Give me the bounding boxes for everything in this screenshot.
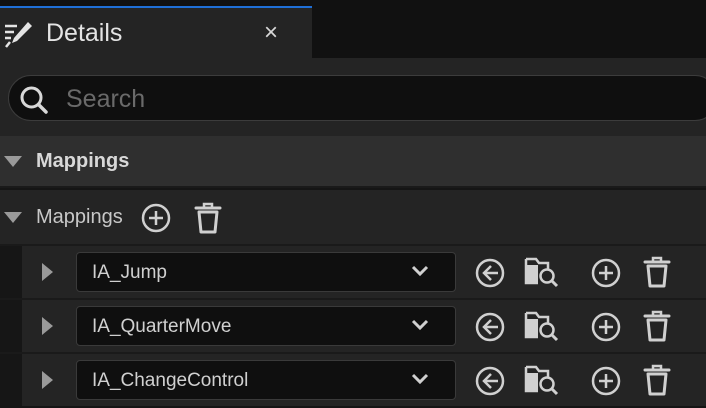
use-selected-icon[interactable] [474, 311, 506, 343]
combo-value: IA_QuarterMove [92, 316, 232, 337]
input-action-combo[interactable]: IA_ChangeControl [76, 360, 456, 400]
mapping-row: IA_QuarterMove [0, 298, 706, 352]
array-label: Mappings [36, 206, 123, 228]
category-mappings[interactable]: Mappings [0, 136, 706, 188]
browse-icon[interactable] [524, 363, 560, 397]
row-indent [0, 246, 22, 298]
close-icon[interactable]: × [264, 21, 278, 45]
expand-arrow-icon[interactable] [42, 317, 53, 335]
details-pencil-icon [5, 22, 32, 48]
expand-arrow-icon[interactable] [42, 263, 53, 281]
insert-element-icon[interactable] [590, 257, 622, 289]
search-area [0, 58, 706, 136]
search-box[interactable] [8, 75, 706, 121]
mappings-array-row: Mappings [0, 190, 706, 244]
browse-icon[interactable] [524, 255, 560, 289]
expand-arrow-icon[interactable] [4, 212, 22, 223]
combo-value: IA_Jump [92, 262, 167, 283]
trash-icon[interactable] [641, 309, 673, 343]
trash-icon[interactable] [641, 363, 673, 397]
combo-value: IA_ChangeControl [92, 370, 249, 391]
input-action-combo[interactable]: IA_QuarterMove [76, 306, 456, 346]
trash-icon[interactable] [641, 255, 673, 289]
mapping-row: IA_ChangeControl [0, 352, 706, 406]
expand-arrow-icon[interactable] [42, 371, 53, 389]
insert-element-icon[interactable] [590, 365, 622, 397]
use-selected-icon[interactable] [474, 257, 506, 289]
browse-icon[interactable] [524, 309, 560, 343]
search-input[interactable] [64, 82, 668, 116]
chevron-down-icon [411, 373, 429, 385]
use-selected-icon[interactable] [474, 365, 506, 397]
add-element-icon[interactable] [140, 202, 172, 234]
insert-element-icon[interactable] [590, 311, 622, 343]
row-indent [0, 354, 22, 406]
tab-bar: Details × [0, 0, 706, 58]
chevron-down-icon [411, 319, 429, 331]
row-indent [0, 300, 22, 352]
collapse-arrow-icon[interactable] [4, 156, 22, 167]
trash-icon[interactable] [192, 201, 224, 235]
mapping-row: IA_Jump [0, 244, 706, 298]
chevron-down-icon [411, 265, 429, 277]
category-label: Mappings [36, 150, 130, 172]
tab-title: Details [46, 19, 123, 47]
details-tab[interactable]: Details × [0, 6, 312, 58]
search-icon [20, 86, 48, 114]
input-action-combo[interactable]: IA_Jump [76, 252, 456, 292]
